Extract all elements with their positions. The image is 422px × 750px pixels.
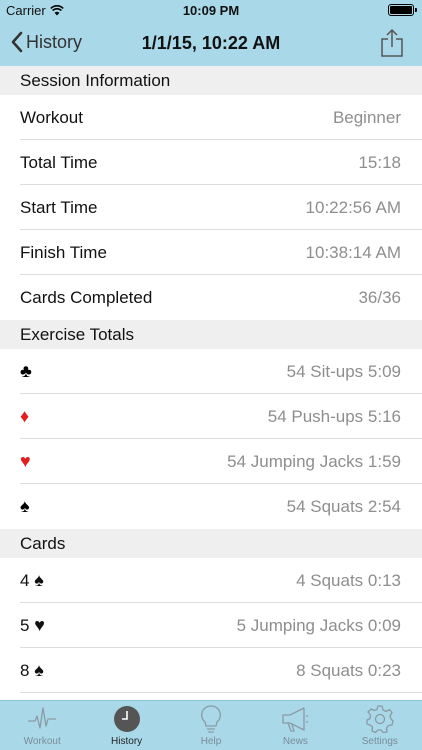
row-exercise-diamonds: ♦ 54 Push-ups 5:16 <box>0 394 422 439</box>
tab-label: Settings <box>361 736 398 747</box>
row-value: 54 Sit-ups 5:09 <box>286 361 401 381</box>
page-title: 1/1/15, 10:22 AM <box>141 33 281 53</box>
card-label: 8 ♠ <box>20 660 44 681</box>
row-start-time: Start Time 10:22:56 AM <box>0 185 422 230</box>
row-workout: Workout Beginner <box>0 95 422 140</box>
row-value: 5 Jumping Jacks 0:09 <box>236 615 401 635</box>
row-value: 36/36 <box>358 287 401 307</box>
row-label: Total Time <box>20 152 98 172</box>
tab-label: News <box>282 736 308 747</box>
row-value: 8 Squats 0:23 <box>296 660 401 680</box>
section-header-session: Session Information <box>0 66 422 95</box>
row-label: Finish Time <box>20 242 107 262</box>
spade-icon: ♠ <box>34 660 44 680</box>
row-value: 54 Push-ups 5:16 <box>267 406 401 426</box>
row-value: 10:38:14 AM <box>305 242 401 262</box>
row-value: 15:18 <box>358 152 401 172</box>
heartbeat-icon <box>28 707 57 729</box>
tab-history[interactable]: History <box>84 701 168 750</box>
megaphone-icon <box>282 707 309 732</box>
gear-icon <box>366 705 394 734</box>
row-cards-completed: Cards Completed 36/36 <box>0 275 422 320</box>
section-header-exercise: Exercise Totals <box>0 320 422 349</box>
row-value: 10:22:56 AM <box>305 197 401 217</box>
status-time: 10:09 PM <box>182 3 240 18</box>
row-card: 8 ♠ 8 Squats 0:23 <box>0 648 422 693</box>
heart-icon: ♥ <box>34 615 45 635</box>
status-bar: Carrier 10:09 PM <box>0 0 422 20</box>
spade-icon: ♠ <box>34 570 44 590</box>
row-total-time: Total Time 15:18 <box>0 140 422 185</box>
tab-help[interactable]: Help <box>169 701 253 750</box>
section-header-cards: Cards <box>0 529 422 558</box>
tab-label: Help <box>200 736 222 747</box>
battery-icon <box>388 4 417 16</box>
lightbulb-icon <box>201 705 221 733</box>
diamond-icon: ♦ <box>20 406 30 426</box>
row-value: 54 Squats 2:54 <box>286 496 401 516</box>
card-rank: 5 <box>20 616 30 635</box>
tab-settings[interactable]: Settings <box>338 701 422 750</box>
card-label: 5 ♥ <box>20 615 45 636</box>
tab-label: History <box>111 736 143 747</box>
clock-icon <box>113 706 140 732</box>
card-rank: 8 <box>20 661 30 680</box>
row-exercise-hearts: ♥ 54 Jumping Jacks 1:59 <box>0 439 422 484</box>
heart-icon: ♥ <box>20 451 31 471</box>
row-card: 4 ♠ 4 Squats 0:13 <box>0 558 422 603</box>
club-icon: ♣ <box>20 361 32 381</box>
row-value: 54 Jumping Jacks 1:59 <box>227 451 401 471</box>
share-icon[interactable] <box>380 28 404 58</box>
row-card: 5 ♥ 5 Jumping Jacks 0:09 <box>0 603 422 648</box>
row-label: Cards Completed <box>20 287 153 307</box>
card-rank: 4 <box>20 571 30 590</box>
row-exercise-spades: ♠ 54 Squats 2:54 <box>0 484 422 529</box>
tab-news[interactable]: News <box>253 701 337 750</box>
spade-icon: ♠ <box>20 496 30 516</box>
session-detail-list[interactable]: Session Information Workout Beginner Tot… <box>0 66 422 700</box>
row-value: 4 Squats 0:13 <box>296 570 401 590</box>
tab-bar: Workout History Help News Settings <box>0 700 422 750</box>
row-value: Beginner <box>332 107 401 127</box>
row-label: Workout <box>20 107 83 127</box>
navigation-bar: History 1/1/15, 10:22 AM <box>0 20 422 66</box>
card-label: 4 ♠ <box>20 570 44 591</box>
tab-label: Workout <box>23 736 61 747</box>
row-exercise-clubs: ♣ 54 Sit-ups 5:09 <box>0 349 422 394</box>
tab-workout[interactable]: Workout <box>0 701 84 750</box>
row-label: Start Time <box>20 197 98 217</box>
row-finish-time: Finish Time 10:38:14 AM <box>0 230 422 275</box>
